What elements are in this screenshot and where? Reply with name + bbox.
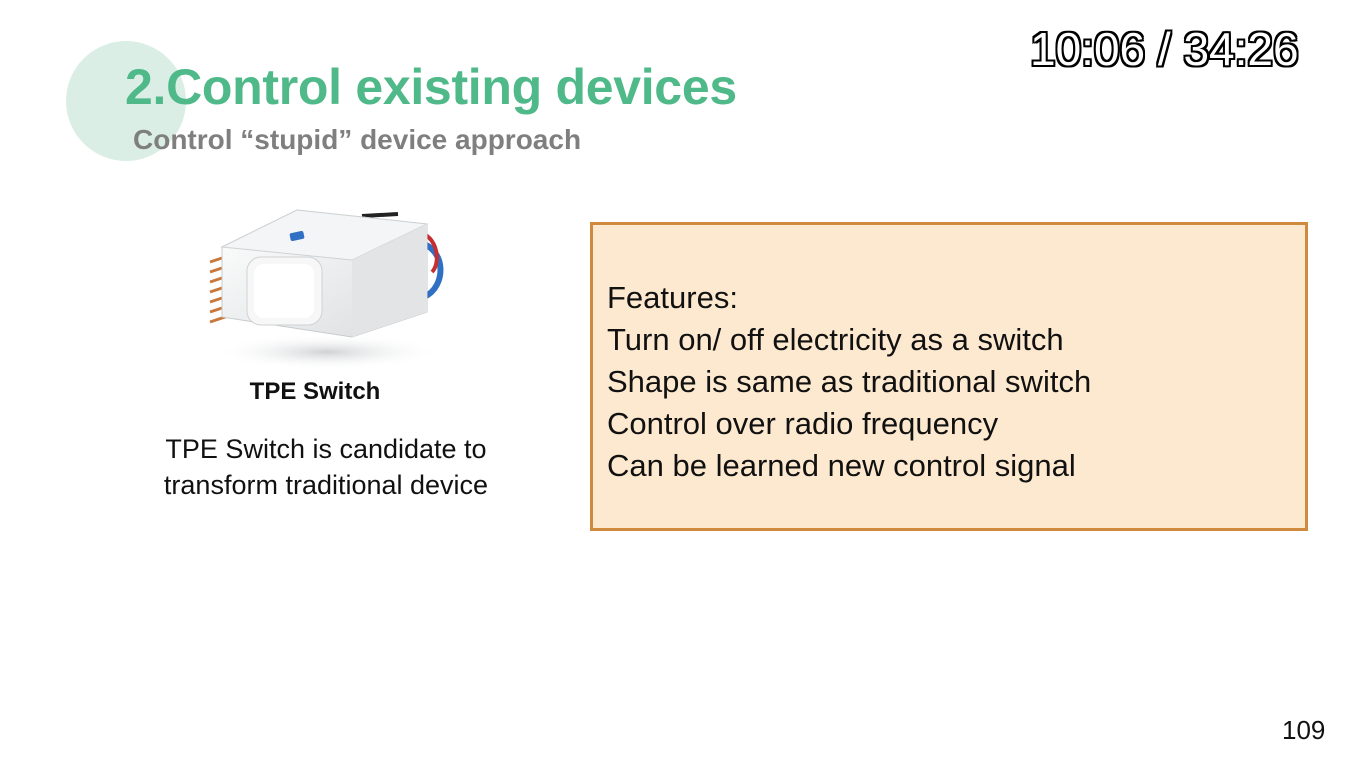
video-timestamp: 10:06 / 34:26 [1030,23,1299,75]
tpe-switch-image [209,209,444,370]
description-line: transform traditional device [163,470,489,500]
features-list: Features: Turn on/ off electricity as a … [607,277,1091,487]
product-caption: TPE Switch [249,378,381,405]
feature-item: Control over radio frequency [607,406,999,441]
slide-title: 2.Control existing devices [125,59,737,115]
description-line: TPE Switch is candidate to [165,434,487,464]
features-box: Features: Turn on/ off electricity as a … [590,222,1308,531]
features-heading: Features: [607,280,738,315]
page-number: 109 [1282,715,1326,745]
feature-item: Shape is same as traditional switch [607,364,1092,399]
product-description: TPE Switch is candidate to transform tra… [126,431,526,503]
feature-item: Turn on/ off electricity as a switch [607,322,1064,357]
slide-subtitle: Control “stupid” device approach [133,124,582,155]
feature-item: Can be learned new control signal [607,448,1076,483]
